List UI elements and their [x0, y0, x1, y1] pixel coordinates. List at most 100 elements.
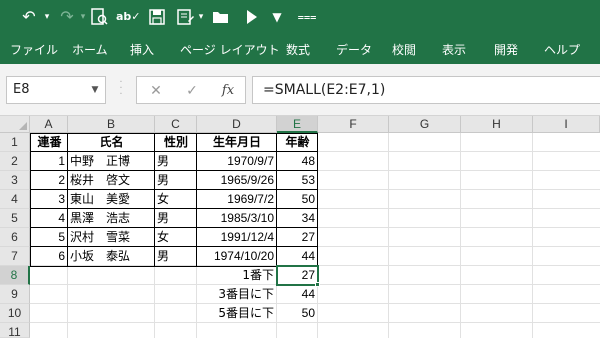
run-icon[interactable] — [240, 6, 262, 28]
cell-name[interactable]: 沢村 雪菜 — [68, 228, 155, 247]
tab-review[interactable]: 校閲 — [392, 40, 416, 60]
column-header-b[interactable]: B — [68, 116, 155, 133]
tab-help[interactable]: ヘルプ — [544, 40, 580, 60]
cell-gender[interactable]: 男 — [155, 171, 197, 190]
column-header-d[interactable]: D — [197, 116, 277, 133]
tab-page-layout[interactable]: ページ レイアウト — [180, 40, 280, 60]
cell-age[interactable]: 27 — [277, 228, 318, 247]
cell-age[interactable]: 44 — [277, 247, 318, 266]
column-header-f[interactable]: F — [318, 116, 389, 133]
cell-birthdate[interactable]: 1991/12/4 — [197, 228, 277, 247]
row-header-11[interactable]: 11 — [0, 323, 30, 338]
column-header-i[interactable]: I — [533, 116, 600, 133]
spelling-icon[interactable]: ab✓ — [116, 6, 141, 28]
cell-gender[interactable]: 男 — [155, 209, 197, 228]
row-header-4[interactable]: 4 — [0, 190, 30, 209]
fill-handle[interactable] — [315, 282, 320, 287]
cell-age[interactable]: 48 — [277, 152, 318, 171]
header-birthdate[interactable]: 生年月日 — [197, 133, 277, 152]
result-value[interactable]: 44 — [277, 285, 318, 304]
cell-name[interactable]: 小坂 泰弘 — [68, 247, 155, 266]
tab-view[interactable]: 表示 — [442, 40, 466, 60]
undo-dropdown-icon[interactable]: ▾ — [42, 8, 52, 26]
redo-icon[interactable]: ↷ — [56, 6, 78, 28]
print-preview-icon[interactable] — [88, 6, 110, 28]
cell-birthdate[interactable]: 1969/7/2 — [197, 190, 277, 209]
row-header-8[interactable]: 8 — [0, 266, 30, 285]
tab-file[interactable]: ファイル — [10, 40, 58, 60]
cell-id[interactable]: 6 — [30, 247, 68, 266]
quick-access-toolbar: ↶ ▾ ↷ ▾ ab✓ ▾ ▼ ⩶ — [0, 0, 600, 36]
row-header-5[interactable]: 5 — [0, 209, 30, 228]
select-all-button[interactable] — [0, 116, 30, 133]
row-header-6[interactable]: 6 — [0, 228, 30, 247]
cell-age[interactable]: 50 — [277, 190, 318, 209]
form-dropdown-icon[interactable]: ▾ — [196, 8, 206, 26]
column-header-c[interactable]: C — [155, 116, 197, 133]
cell-name[interactable]: 中野 正博 — [68, 152, 155, 171]
column-header-g[interactable]: G — [389, 116, 461, 133]
active-cell-selection[interactable] — [276, 265, 319, 286]
worksheet-grid[interactable]: A B C D E F G H I 1 2 3 4 5 6 7 8 9 10 1… — [0, 116, 600, 338]
cell-id[interactable]: 3 — [30, 190, 68, 209]
cell-birthdate[interactable]: 1965/9/26 — [197, 171, 277, 190]
customize-icon[interactable]: ▼ — [266, 6, 288, 28]
more-icon[interactable]: ⩶ — [296, 6, 318, 28]
cell-gender[interactable]: 女 — [155, 190, 197, 209]
tab-insert[interactable]: 挿入 — [130, 40, 154, 60]
gridline — [532, 133, 533, 338]
redo-dropdown-icon[interactable]: ▾ — [78, 8, 88, 26]
name-box-value: E8 — [13, 82, 30, 97]
cell-name[interactable]: 黒澤 浩志 — [68, 209, 155, 228]
cell-age[interactable]: 53 — [277, 171, 318, 190]
result-label[interactable]: 5番目に下 — [197, 304, 277, 323]
row-header-1[interactable]: 1 — [0, 133, 30, 152]
header-age[interactable]: 年齢 — [277, 133, 318, 152]
cell-gender[interactable]: 男 — [155, 152, 197, 171]
header-id[interactable]: 連番 — [31, 133, 68, 152]
row-header-3[interactable]: 3 — [0, 171, 30, 190]
gridline — [388, 133, 389, 338]
open-folder-icon[interactable] — [210, 6, 232, 28]
header-gender[interactable]: 性別 — [155, 133, 197, 152]
form-icon[interactable] — [174, 6, 196, 28]
resize-handle-icon[interactable]: · · · — [118, 78, 124, 100]
cell-id[interactable]: 4 — [30, 209, 68, 228]
cell-name[interactable]: 東山 美愛 — [68, 190, 155, 209]
insert-function-icon[interactable]: fx — [217, 80, 239, 102]
ribbon-tabs: ファイル ホーム 挿入 ページ レイアウト 数式 データ 校閲 表示 開発 ヘル… — [0, 36, 600, 64]
formula-input[interactable]: =SMALL(E2:E7,1) — [252, 76, 600, 104]
row-header-9[interactable]: 9 — [0, 285, 30, 304]
result-value[interactable]: 50 — [277, 304, 318, 323]
column-header-e[interactable]: E — [277, 116, 318, 133]
name-box[interactable]: E8 ▼ — [6, 76, 106, 104]
tab-formulas[interactable]: 数式 — [286, 40, 310, 60]
cell-gender[interactable]: 女 — [155, 228, 197, 247]
cell-name[interactable]: 桜井 啓文 — [68, 171, 155, 190]
cell-id[interactable]: 1 — [30, 152, 68, 171]
result-label[interactable]: 3番目に下 — [197, 285, 277, 304]
tab-home[interactable]: ホーム — [72, 40, 108, 60]
cell-gender[interactable]: 男 — [155, 247, 197, 266]
cell-birthdate[interactable]: 1970/9/7 — [197, 152, 277, 171]
cell-age[interactable]: 34 — [277, 209, 318, 228]
undo-icon[interactable]: ↶ — [18, 6, 40, 28]
header-name[interactable]: 氏名 — [68, 133, 155, 152]
cell-birthdate[interactable]: 1985/3/10 — [197, 209, 277, 228]
column-header-a[interactable]: A — [30, 116, 68, 133]
row-header-10[interactable]: 10 — [0, 304, 30, 323]
gridline — [460, 133, 461, 338]
column-header-h[interactable]: H — [461, 116, 533, 133]
save-icon[interactable] — [146, 6, 168, 28]
row-header-7[interactable]: 7 — [0, 247, 30, 266]
tab-data[interactable]: データ — [336, 40, 372, 60]
tab-developer[interactable]: 開発 — [494, 40, 518, 60]
cell-birthdate[interactable]: 1974/10/20 — [197, 247, 277, 266]
row-header-2[interactable]: 2 — [0, 152, 30, 171]
enter-icon[interactable]: ✓ — [181, 80, 203, 102]
cancel-icon[interactable]: ✕ — [145, 80, 167, 102]
result-label[interactable]: 1番下 — [197, 266, 277, 285]
cell-id[interactable]: 5 — [30, 228, 68, 247]
cell-id[interactable]: 2 — [30, 171, 68, 190]
chevron-down-icon[interactable]: ▼ — [89, 77, 101, 103]
